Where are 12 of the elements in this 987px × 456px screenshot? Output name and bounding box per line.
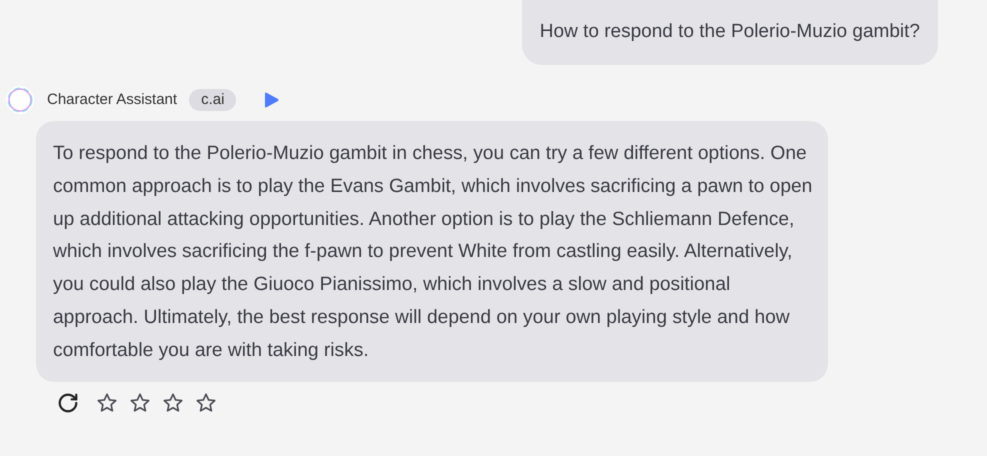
star-icon[interactable]: [96, 392, 118, 414]
user-message: How to respond to the Polerio-Muzio gambit?: [522, 0, 938, 65]
star-rating[interactable]: [96, 392, 217, 414]
star-icon[interactable]: [162, 392, 184, 414]
avatar-icon: [5, 85, 35, 115]
reply-message: To respond to the Polerio-Muzio gambit in chess, you can try a few different options. One common approach is to play the Evans Gambit, which involves sacrificing a pawn to open up additional attacking opportunities. Another option is to play the Schliemann Defence, which involves sacrificing the f-pawn to prevent White from castling easily. Alternatively, you could also play the Giuoco Pianissimo, which involves a slow and positional approach. Ultimately, the best response will depend on your own playing style and how comfortable you are with taking risks.: [36, 121, 828, 382]
star-icon[interactable]: [129, 392, 151, 414]
star-icon[interactable]: [195, 392, 217, 414]
author-name: Character Assistant: [47, 90, 178, 110]
play-icon[interactable]: [262, 91, 280, 109]
regenerate-icon[interactable]: [57, 392, 79, 414]
author-badge: c.ai: [189, 89, 236, 111]
